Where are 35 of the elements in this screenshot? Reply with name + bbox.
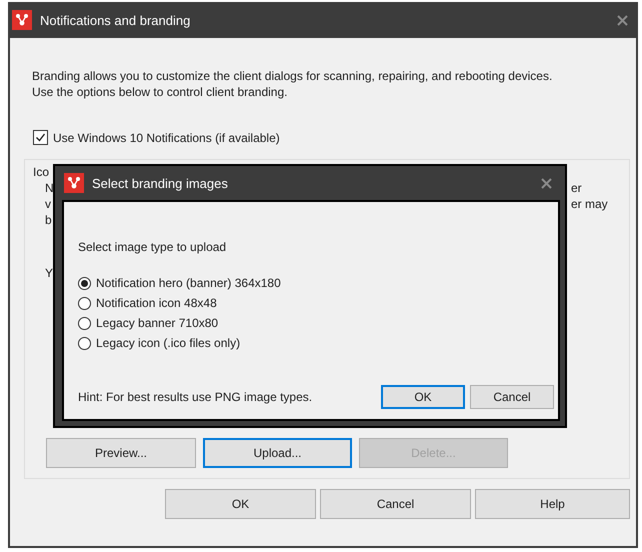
checkbox-label: Use Windows 10 Notifications (if available) [53, 130, 280, 144]
text-fragment: er may [571, 196, 608, 212]
dialog-title: Select branding images [92, 176, 228, 190]
description-text: Branding allows you to customize the client dialogs for scanning, repairing, and rebooting devices. [32, 68, 554, 84]
close-icon[interactable] [541, 178, 552, 188]
text-fragment: N [45, 180, 54, 196]
radio-button[interactable] [78, 336, 91, 350]
text-fragment: er [571, 180, 582, 196]
radio-button[interactable] [78, 276, 91, 290]
dialog-button[interactable]: OK [381, 385, 465, 409]
action-button[interactable]: Preview... [46, 438, 196, 468]
check-icon [35, 132, 46, 143]
radio-button[interactable] [78, 296, 91, 310]
action-button[interactable]: Upload... [203, 438, 352, 468]
hint-text: Hint: For best results use PNG image types. [78, 390, 312, 404]
checkbox[interactable] [33, 130, 48, 145]
radio-label: Notification icon 48x48 [96, 296, 217, 310]
close-icon[interactable] [617, 14, 628, 26]
text-fragment: v [45, 196, 52, 212]
dialog-button[interactable]: Cancel [320, 489, 471, 519]
window-title: Notifications and branding [40, 12, 190, 28]
group-label: Ico [33, 164, 50, 180]
dialog-button[interactable]: OK [165, 489, 316, 519]
prompt-text: Select image type to upload [78, 240, 228, 254]
text-fragment: Y [45, 265, 54, 281]
dialog-button[interactable]: Cancel [470, 385, 554, 409]
radio-label: Notification hero (banner) 364x180 [96, 276, 281, 290]
text-fragment: b [45, 212, 53, 228]
dialog-button[interactable]: Help [475, 489, 630, 519]
app-logo-icon [64, 173, 84, 193]
app-logo-icon [12, 10, 32, 30]
radio-button[interactable] [78, 316, 91, 330]
description-text: Use the options below to control client branding. [32, 84, 288, 100]
radio-label: Legacy banner 710x80 [96, 316, 218, 330]
radio-label: Legacy icon (.ico files only) [96, 336, 240, 350]
